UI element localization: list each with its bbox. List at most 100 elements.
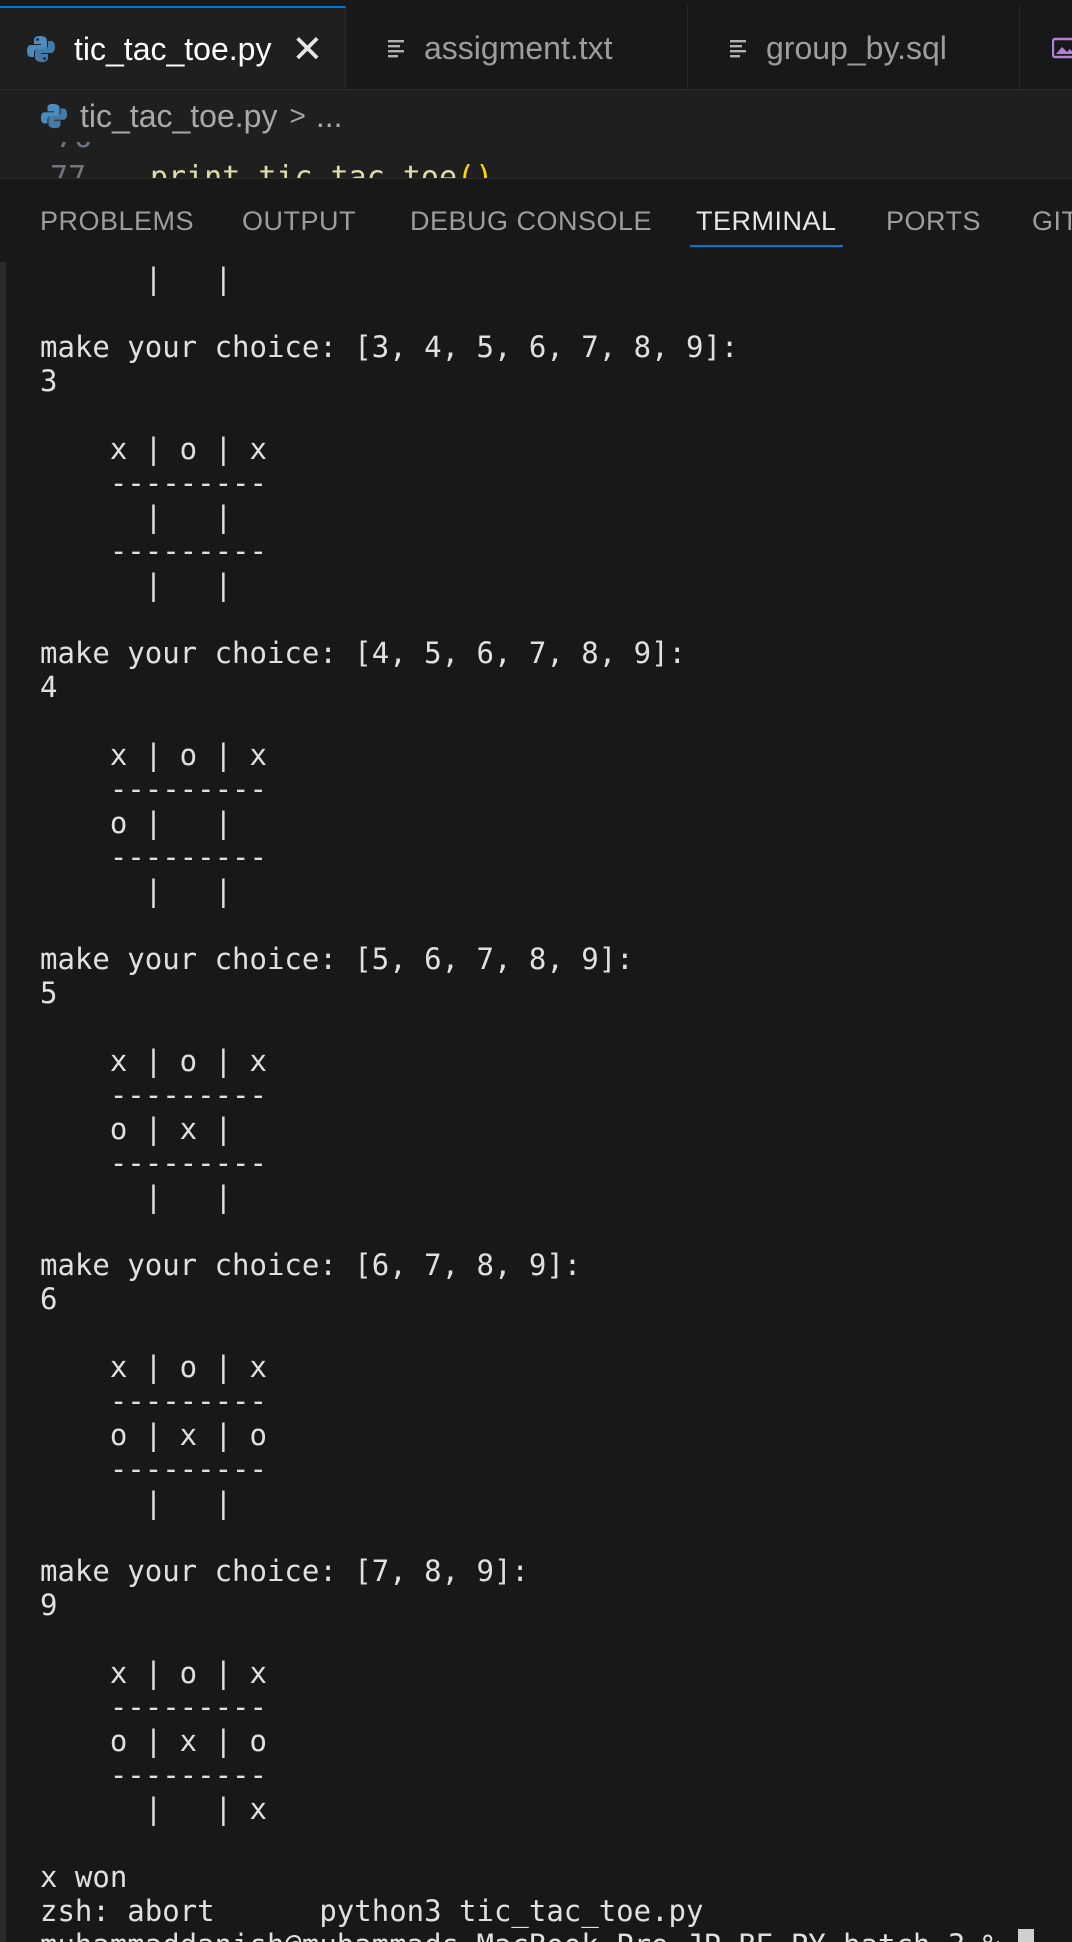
terminal-line-text: o | x | o (40, 1724, 267, 1758)
terminal-line-text: --------- (40, 772, 267, 806)
terminal-line: make your choice: [6, 7, 8, 9]: (40, 1248, 1034, 1282)
terminal-line-text: x | o | x (40, 1656, 267, 1690)
tab-problems[interactable]: PROBLEMS (40, 179, 194, 262)
terminal-line: | | x (40, 1792, 1034, 1826)
tab-assigment-txt[interactable]: assigment.txt (346, 6, 688, 89)
terminal-line: 5 (40, 976, 1034, 1010)
terminal-line-text: make your choice: [4, 5, 6, 7, 8, 9]: (40, 636, 687, 670)
terminal-line: --------- (40, 1690, 1034, 1724)
text-file-icon (386, 37, 408, 59)
tab-debug-console[interactable]: DEBUG CONSOLE (410, 179, 652, 262)
terminal-line: --------- (40, 466, 1034, 500)
terminal-line: o | x | o (40, 1418, 1034, 1452)
terminal-line-text: | | (40, 500, 233, 534)
function-name: print_tic_tac_toe (150, 160, 458, 178)
terminal-line: --------- (40, 840, 1034, 874)
image-file-icon (1052, 36, 1072, 60)
terminal-line: --------- (40, 1384, 1034, 1418)
chevron-right-icon: > (289, 100, 306, 131)
terminal-line: o | x | o (40, 1724, 1034, 1758)
terminal-line: make your choice: [5, 6, 7, 8, 9]: (40, 942, 1034, 976)
terminal-output: | | make your choice: [3, 4, 5, 6, 7, 8, … (40, 262, 1034, 1942)
terminal-prompt-line: muhammaddanish@muhammads-MacBook-Pro JP-… (40, 1928, 1034, 1942)
terminal-line: x | o | x (40, 1656, 1034, 1690)
editor-tab-bar: tic_tac_toe.py ✕ assigment.txt group_by.… (0, 0, 1072, 90)
breadcrumb: tic_tac_toe.py > ... (0, 90, 1072, 142)
terminal-line-text: x won (40, 1860, 128, 1894)
terminal-line-text: o | x | o (40, 1418, 267, 1452)
terminal-line: --------- (40, 1758, 1034, 1792)
terminal-line: --------- (40, 1452, 1034, 1486)
python-icon (26, 34, 56, 64)
code-line[interactable]: print_tic_tac_toe() (150, 160, 493, 178)
terminal-line: x won (40, 1860, 1034, 1894)
terminal-line-text: 3 (40, 364, 58, 398)
terminal-line: | | (40, 1486, 1034, 1520)
terminal-line-text: make your choice: [6, 7, 8, 9]: (40, 1248, 582, 1282)
tab-group-by-sql[interactable]: group_by.sql (688, 6, 1020, 89)
terminal-line-text: o | | (40, 806, 233, 840)
terminal-line: make your choice: [3, 4, 5, 6, 7, 8, 9]: (40, 330, 1034, 364)
terminal-line-text: make your choice: [3, 4, 5, 6, 7, 8, 9]: (40, 330, 739, 364)
tab-output[interactable]: OUTPUT (242, 179, 356, 262)
terminal-line-text: make your choice: [5, 6, 7, 8, 9]: (40, 942, 634, 976)
terminal-line: x | o | x (40, 738, 1034, 772)
terminal-line-text: --------- (40, 1146, 267, 1180)
tab-ports[interactable]: PORTS (886, 179, 981, 262)
terminal-line-text: 6 (40, 1282, 58, 1316)
terminal-line-text: x | o | x (40, 1044, 267, 1078)
line-number: 77 (50, 160, 87, 178)
tab-image-file[interactable] (1020, 6, 1072, 89)
terminal-line: --------- (40, 772, 1034, 806)
terminal-line: 4 (40, 670, 1034, 704)
terminal-line-text: make your choice: [7, 8, 9]: (40, 1554, 529, 1588)
terminal[interactable]: | | make your choice: [3, 4, 5, 6, 7, 8, … (0, 262, 1072, 1942)
tab-label: group_by.sql (766, 29, 947, 66)
terminal-line: x | o | x (40, 1350, 1034, 1384)
terminal-line: o | | (40, 806, 1034, 840)
terminal-line: 3 (40, 364, 1034, 398)
terminal-line-text: --------- (40, 1758, 267, 1792)
terminal-line-text: --------- (40, 1078, 267, 1112)
terminal-line-text: zsh: abort python3 tic_tac_toe.py (40, 1894, 704, 1928)
terminal-line-text: 5 (40, 976, 58, 1010)
terminal-line: 9 (40, 1588, 1034, 1622)
terminal-line-text: x | o | x (40, 1350, 267, 1384)
breadcrumb-file[interactable]: tic_tac_toe.py (80, 98, 277, 135)
terminal-line: x | o | x (40, 432, 1034, 466)
terminal-line: 6 (40, 1282, 1034, 1316)
terminal-line-text: x | o | x (40, 432, 267, 466)
line-number: 76 (56, 142, 92, 155)
terminal-line-text: | | x (40, 1792, 267, 1826)
terminal-line: | | (40, 1180, 1034, 1214)
breadcrumb-more[interactable]: ... (316, 98, 343, 135)
terminal-line-text: | | (40, 262, 233, 296)
terminal-line: make your choice: [7, 8, 9]: (40, 1554, 1034, 1588)
tab-terminal[interactable]: TERMINAL (690, 179, 843, 262)
terminal-line-text: 9 (40, 1588, 58, 1622)
editor-peek: 76 77 print_tic_tac_toe() (0, 142, 1072, 178)
terminal-line-text: 4 (40, 670, 58, 704)
terminal-line-text: | | (40, 874, 233, 908)
terminal-line-text: --------- (40, 840, 267, 874)
tab-tic-tac-toe-py[interactable]: tic_tac_toe.py ✕ (0, 6, 346, 89)
terminal-line-text: --------- (40, 1452, 267, 1486)
terminal-line-text: o | x | (40, 1112, 233, 1146)
close-icon[interactable]: ✕ (291, 27, 323, 72)
terminal-line: | | (40, 500, 1034, 534)
terminal-line-text: --------- (40, 534, 267, 568)
terminal-line-text: | | (40, 1180, 233, 1214)
terminal-line-text: --------- (40, 1384, 267, 1418)
tab-git[interactable]: GIT (1032, 179, 1072, 262)
terminal-line: zsh: abort python3 tic_tac_toe.py (40, 1894, 1034, 1928)
terminal-line: --------- (40, 534, 1034, 568)
tab-label: tic_tac_toe.py (74, 30, 272, 67)
text-file-icon (728, 37, 750, 59)
